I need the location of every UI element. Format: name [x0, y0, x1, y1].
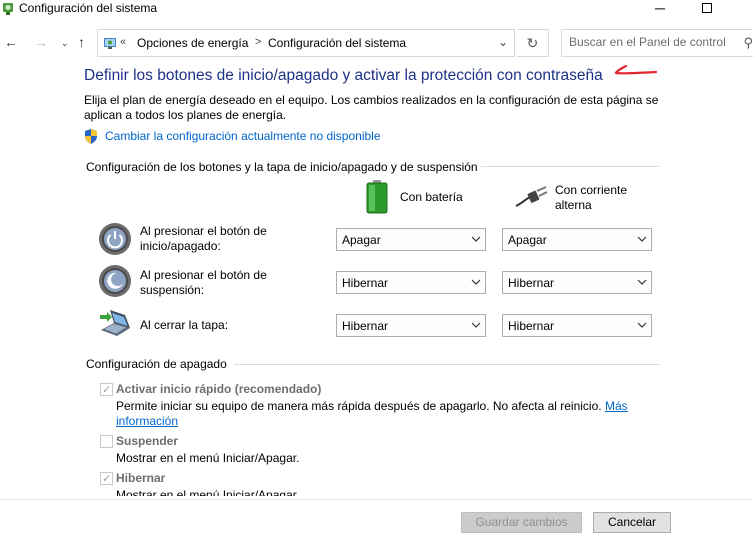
- sleep-option-label: Suspender: [116, 434, 179, 448]
- hibernate-option-description: Mostrar en el menú Iniciar/Apagar.: [116, 488, 300, 496]
- checkmark-icon: ✓: [102, 473, 112, 485]
- fast-startup-label: Activar inicio rápido (recomendado): [116, 382, 322, 396]
- up-button[interactable]: ↑: [78, 34, 85, 50]
- dropdown-value: Hibernar: [508, 276, 555, 290]
- sleep-checkbox[interactable]: [100, 435, 113, 448]
- breadcrumb-power-options[interactable]: Opciones de energía: [137, 36, 248, 50]
- hibernate-option-label: Hibernar: [116, 471, 166, 485]
- power-button-battery-dropdown[interactable]: Apagar: [336, 228, 486, 251]
- save-changes-button[interactable]: Guardar cambios: [461, 512, 582, 533]
- page-description: Elija el plan de energía deseado en el e…: [84, 93, 659, 122]
- footer-divider: [0, 499, 753, 500]
- sleep-button-label: Al presionar el botón de suspensión:: [140, 268, 267, 297]
- chevron-down-icon: [637, 236, 647, 242]
- search-input[interactable]: [569, 35, 734, 49]
- sleep-button-battery-dropdown[interactable]: Hibernar: [336, 271, 486, 294]
- address-bar[interactable]: « Opciones de energía > Configuración de…: [97, 29, 515, 57]
- ac-column-header: Con corriente alterna: [555, 183, 628, 212]
- section-divider: [234, 364, 659, 365]
- power-button-icon: [99, 223, 131, 255]
- fast-startup-description: Permite iniciar su equipo de manera más …: [116, 399, 636, 429]
- battery-icon: [366, 180, 388, 214]
- maximize-button[interactable]: [684, 0, 730, 22]
- forward-button[interactable]: →: [34, 34, 48, 50]
- breadcrumb-system-settings[interactable]: Configuración del sistema: [268, 36, 406, 50]
- lid-close-battery-dropdown[interactable]: Hibernar: [336, 314, 486, 337]
- fast-startup-checkbox[interactable]: ✓: [100, 383, 113, 396]
- chevron-down-icon: [471, 322, 481, 328]
- power-plug-icon: [515, 186, 548, 207]
- change-settings-link-label[interactable]: Cambiar la configuración actualmente no …: [105, 129, 381, 143]
- dropdown-value: Hibernar: [342, 319, 389, 333]
- window-title: Configuración del sistema: [19, 1, 158, 15]
- buttons-section-header: Configuración de los botones y la tapa d…: [86, 160, 478, 174]
- chevron-down-icon: [637, 322, 647, 328]
- chevron-down-icon: [637, 279, 647, 285]
- fast-startup-description-text: Permite iniciar su equipo de manera más …: [116, 399, 602, 413]
- address-dropdown-icon[interactable]: ⌄: [498, 35, 508, 49]
- refresh-button[interactable]: ↻: [517, 29, 549, 57]
- back-button[interactable]: ←: [4, 34, 18, 50]
- laptop-lid-icon: [100, 310, 130, 336]
- checkmark-icon: ✓: [102, 384, 112, 396]
- sleep-option-description: Mostrar en el menú Iniciar/Apagar.: [116, 451, 300, 465]
- power-options-icon: [3, 3, 13, 15]
- dropdown-value: Hibernar: [508, 319, 555, 333]
- page-title: Definir los botones de inicio/apagado y …: [84, 67, 603, 84]
- cancel-button[interactable]: Cancelar: [593, 512, 671, 533]
- minimize-button[interactable]: ─: [637, 0, 683, 22]
- minimize-icon: ─: [655, 0, 665, 16]
- sleep-button-icon: [99, 265, 131, 297]
- control-panel-icon: [104, 38, 116, 49]
- power-button-ac-dropdown[interactable]: Apagar: [502, 228, 652, 251]
- recent-locations-dropdown[interactable]: ⌄: [61, 38, 69, 49]
- dropdown-value: Hibernar: [342, 276, 389, 290]
- section-divider: [481, 166, 659, 167]
- hibernate-checkbox[interactable]: ✓: [100, 472, 113, 485]
- red-annotation-arrow: [614, 64, 658, 75]
- dropdown-value: Apagar: [508, 233, 547, 247]
- search-box[interactable]: ⚲: [561, 29, 753, 57]
- lid-close-ac-dropdown[interactable]: Hibernar: [502, 314, 652, 337]
- search-icon[interactable]: ⚲: [743, 35, 753, 51]
- battery-column-header: Con batería: [400, 190, 463, 204]
- shutdown-section-header: Configuración de apagado: [86, 357, 227, 371]
- maximize-icon: [702, 3, 712, 13]
- uac-shield-icon: [85, 129, 97, 144]
- power-button-label: Al presionar el botón de inicio/apagado:: [140, 224, 267, 253]
- breadcrumb-chevron-icon[interactable]: >: [255, 36, 261, 48]
- navigation-bar: ← → ⌄ ↑ « Opciones de energía > Configur…: [0, 28, 753, 58]
- dropdown-value: Apagar: [342, 233, 381, 247]
- chevron-down-icon: [471, 236, 481, 242]
- lid-close-label: Al cerrar la tapa:: [140, 318, 229, 332]
- chevron-down-icon: [471, 279, 481, 285]
- breadcrumb-overflow-icon[interactable]: «: [120, 36, 126, 48]
- sleep-button-ac-dropdown[interactable]: Hibernar: [502, 271, 652, 294]
- title-bar: Configuración del sistema ─: [0, 0, 753, 22]
